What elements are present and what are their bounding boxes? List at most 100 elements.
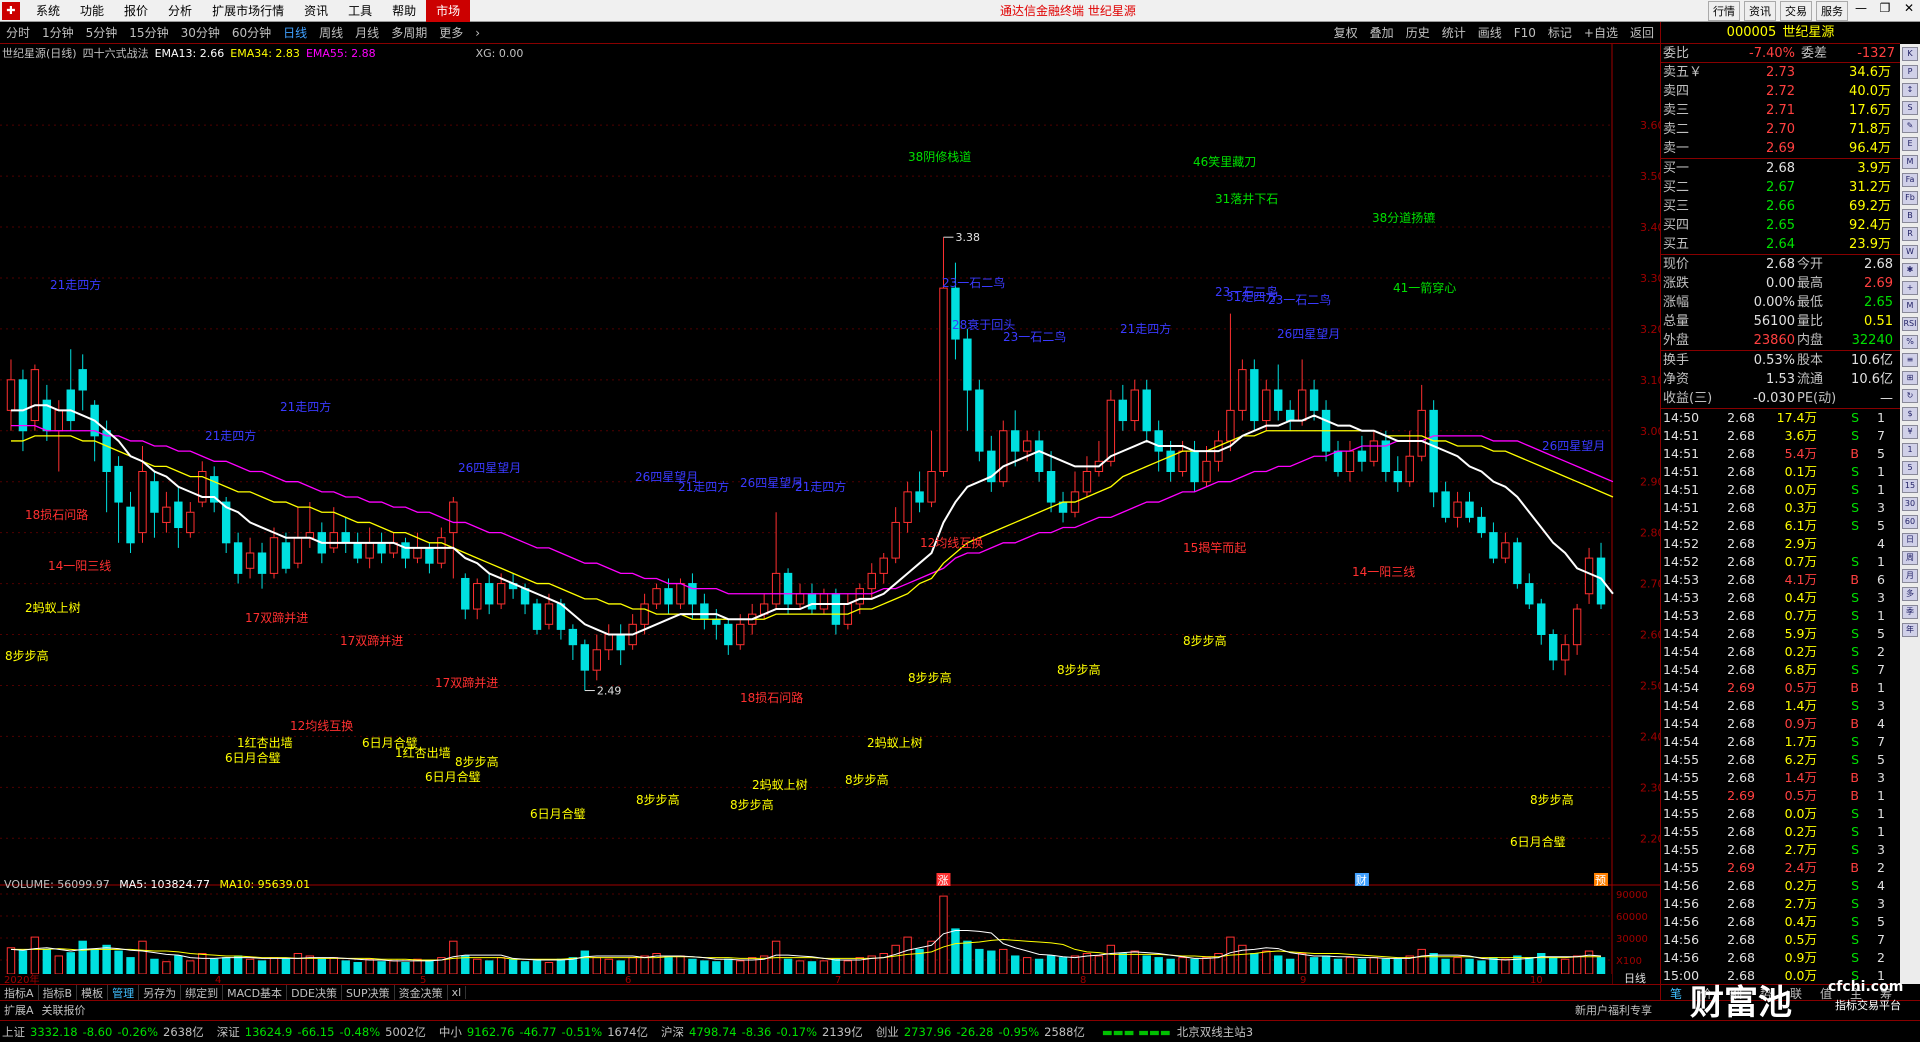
- menu-item-market[interactable]: 市场: [426, 0, 471, 22]
- tool-back[interactable]: 返回: [1624, 22, 1660, 44]
- legend-method[interactable]: 四十六式战法: [83, 45, 149, 61]
- tool-restore-rights[interactable]: 复权: [1328, 22, 1364, 44]
- side-tool-icon[interactable]: M: [1902, 299, 1918, 313]
- menu-item-quote[interactable]: 报价: [114, 0, 158, 22]
- service-button[interactable]: 服务: [1816, 1, 1848, 21]
- news-button[interactable]: 资讯: [1744, 1, 1776, 21]
- period-tab-60min[interactable]: 60分钟: [226, 24, 277, 41]
- period-tab-daily[interactable]: 日线: [277, 24, 313, 41]
- close-icon[interactable]: ✕: [1898, 1, 1920, 19]
- indicator-tab[interactable]: DDE决策: [287, 984, 342, 1001]
- index-quote[interactable]: 中小 9162.76 -46.77 -0.51% 1674亿: [437, 1024, 653, 1040]
- tick-cell: 2.7万: [1784, 896, 1817, 911]
- new-user-promo-link[interactable]: 新用户福利专享: [1575, 1002, 1652, 1018]
- tick-row: 14:56 2.68 0.5万 S 7: [1661, 931, 1900, 949]
- indicator-tab[interactable]: SUP决策: [342, 984, 395, 1001]
- period-tab-timeshare[interactable]: 分时: [0, 24, 36, 41]
- index-quote[interactable]: 沪深 4798.74 -8.36 -0.17% 2139亿: [659, 1024, 868, 1040]
- side-tool-icon[interactable]: 周: [1902, 551, 1918, 565]
- index-quote[interactable]: 上证 3332.18 -8.60 -0.26% 2638亿: [0, 1024, 209, 1040]
- side-tool-icon[interactable]: 日: [1902, 533, 1918, 547]
- side-tool-icon[interactable]: RSI: [1902, 317, 1918, 331]
- app-logo-icon[interactable]: ✚: [2, 1, 20, 20]
- volume-bar: [1046, 955, 1056, 975]
- period-tab-1min[interactable]: 1分钟: [36, 24, 80, 41]
- restore-icon[interactable]: ❐: [1874, 1, 1896, 19]
- menu-item-analysis[interactable]: 分析: [158, 0, 202, 22]
- period-tab-monthly[interactable]: 月线: [349, 24, 385, 41]
- side-tool-icon[interactable]: P: [1902, 65, 1918, 79]
- kline-chart[interactable]: 3.60 3.50 3.40 3.30 3.20 3.10 3.00 2.90 2.80 2.70…: [0, 44, 1660, 984]
- indicator-tab[interactable]: 管理: [108, 984, 140, 1001]
- tool-f10[interactable]: F10: [1508, 22, 1542, 44]
- side-tool-icon[interactable]: ↕: [1902, 83, 1918, 97]
- tab-related-quote[interactable]: 关联报价: [38, 1002, 90, 1018]
- period-tab-5min[interactable]: 5分钟: [80, 24, 124, 41]
- menu-item-function[interactable]: 功能: [70, 0, 114, 22]
- quote-button[interactable]: 行情: [1708, 1, 1740, 21]
- side-tool-icon[interactable]: 年: [1902, 623, 1918, 637]
- index-quote-field: 2638亿: [163, 1024, 204, 1039]
- side-tool-icon[interactable]: Fa: [1902, 173, 1918, 187]
- side-tool-icon[interactable]: B: [1902, 209, 1918, 223]
- side-tool-icon[interactable]: ¥: [1902, 425, 1918, 439]
- server-status[interactable]: 北京双线主站3: [1177, 1024, 1253, 1040]
- indicator-tab[interactable]: 资金决策: [395, 984, 448, 1001]
- side-tool-icon[interactable]: ✎: [1902, 119, 1918, 133]
- indicator-tab[interactable]: 另存为: [139, 984, 182, 1001]
- side-tool-icon[interactable]: 30: [1902, 497, 1918, 511]
- period-tab-30min[interactable]: 30分钟: [175, 24, 226, 41]
- tool-overlay[interactable]: 叠加: [1364, 22, 1400, 44]
- minimize-icon[interactable]: —: [1850, 1, 1872, 19]
- volume-bar: [580, 950, 590, 975]
- indicator-tab[interactable]: 指标B: [39, 984, 78, 1001]
- side-tool-icon[interactable]: +: [1902, 281, 1918, 295]
- index-quote[interactable]: 深证 13624.9 -66.15 -0.48% 5002亿: [215, 1024, 431, 1040]
- side-tool-icon[interactable]: E: [1902, 137, 1918, 151]
- side-tool-icon[interactable]: 5: [1902, 461, 1918, 475]
- tick-list[interactable]: 14:50 2.68 17.4万 S 1 14:51 2.68 3.6万 S 7 14:51 2.68…: [1661, 409, 1900, 985]
- side-tool-icon[interactable]: 季: [1902, 605, 1918, 619]
- menu-item-info[interactable]: 资讯: [294, 0, 338, 22]
- side-tool-icon[interactable]: 月: [1902, 569, 1918, 583]
- tab-ext-a[interactable]: 扩展A: [0, 1002, 38, 1018]
- side-tool-icon[interactable]: W: [1902, 245, 1918, 259]
- side-tool-icon[interactable]: 1: [1902, 443, 1918, 457]
- index-quote[interactable]: 创业 2737.96 -26.28 -0.95% 2588亿: [874, 1024, 1090, 1040]
- menu-item-tools[interactable]: 工具: [338, 0, 382, 22]
- menu-item-help[interactable]: 帮助: [382, 0, 426, 22]
- side-tool-icon[interactable]: ⊞: [1902, 371, 1918, 385]
- side-tool-icon[interactable]: ↻: [1902, 389, 1918, 403]
- side-tool-icon[interactable]: M: [1902, 155, 1918, 169]
- indicator-tab[interactable]: 模板: [77, 984, 109, 1001]
- tool-mark[interactable]: 标记: [1542, 22, 1578, 44]
- indicator-tab[interactable]: 指标A: [0, 984, 39, 1001]
- side-tool-icon[interactable]: 60: [1902, 515, 1918, 529]
- tool-statistics[interactable]: 统计: [1436, 22, 1472, 44]
- period-tab-more[interactable]: 更多: [433, 24, 469, 41]
- indicator-tab[interactable]: 绑定到: [181, 984, 224, 1001]
- menu-item-system[interactable]: 系统: [26, 0, 70, 22]
- tool-draw-line[interactable]: 画线: [1472, 22, 1508, 44]
- trade-button[interactable]: 交易: [1780, 1, 1812, 21]
- indicator-tab[interactable]: MACD基本: [223, 984, 288, 1001]
- menu-item-ext-market[interactable]: 扩展市场行情: [202, 0, 294, 22]
- side-tool-icon[interactable]: Fb: [1902, 191, 1918, 205]
- side-tool-icon[interactable]: K: [1902, 47, 1918, 61]
- side-tool-icon[interactable]: R: [1902, 227, 1918, 241]
- tick-cell: 7: [1877, 734, 1885, 749]
- side-tool-icon[interactable]: S: [1902, 101, 1918, 115]
- tool-add-watchlist[interactable]: +自选: [1578, 22, 1624, 44]
- period-tab-15min[interactable]: 15分钟: [123, 24, 174, 41]
- side-tool-icon[interactable]: ✱: [1902, 263, 1918, 277]
- tool-history[interactable]: 历史: [1400, 22, 1436, 44]
- side-tool-icon[interactable]: ≡: [1902, 353, 1918, 367]
- side-tool-icon[interactable]: 多: [1902, 587, 1918, 601]
- indicator-tab[interactable]: xl: [448, 986, 467, 999]
- side-tool-icon[interactable]: 15: [1902, 479, 1918, 493]
- period-tab-weekly[interactable]: 周线: [313, 24, 349, 41]
- side-tool-icon[interactable]: $: [1902, 407, 1918, 421]
- period-tab-multi[interactable]: 多周期: [385, 24, 433, 41]
- side-tool-icon[interactable]: %: [1902, 335, 1918, 349]
- more-arrow-icon[interactable]: ›: [469, 26, 486, 40]
